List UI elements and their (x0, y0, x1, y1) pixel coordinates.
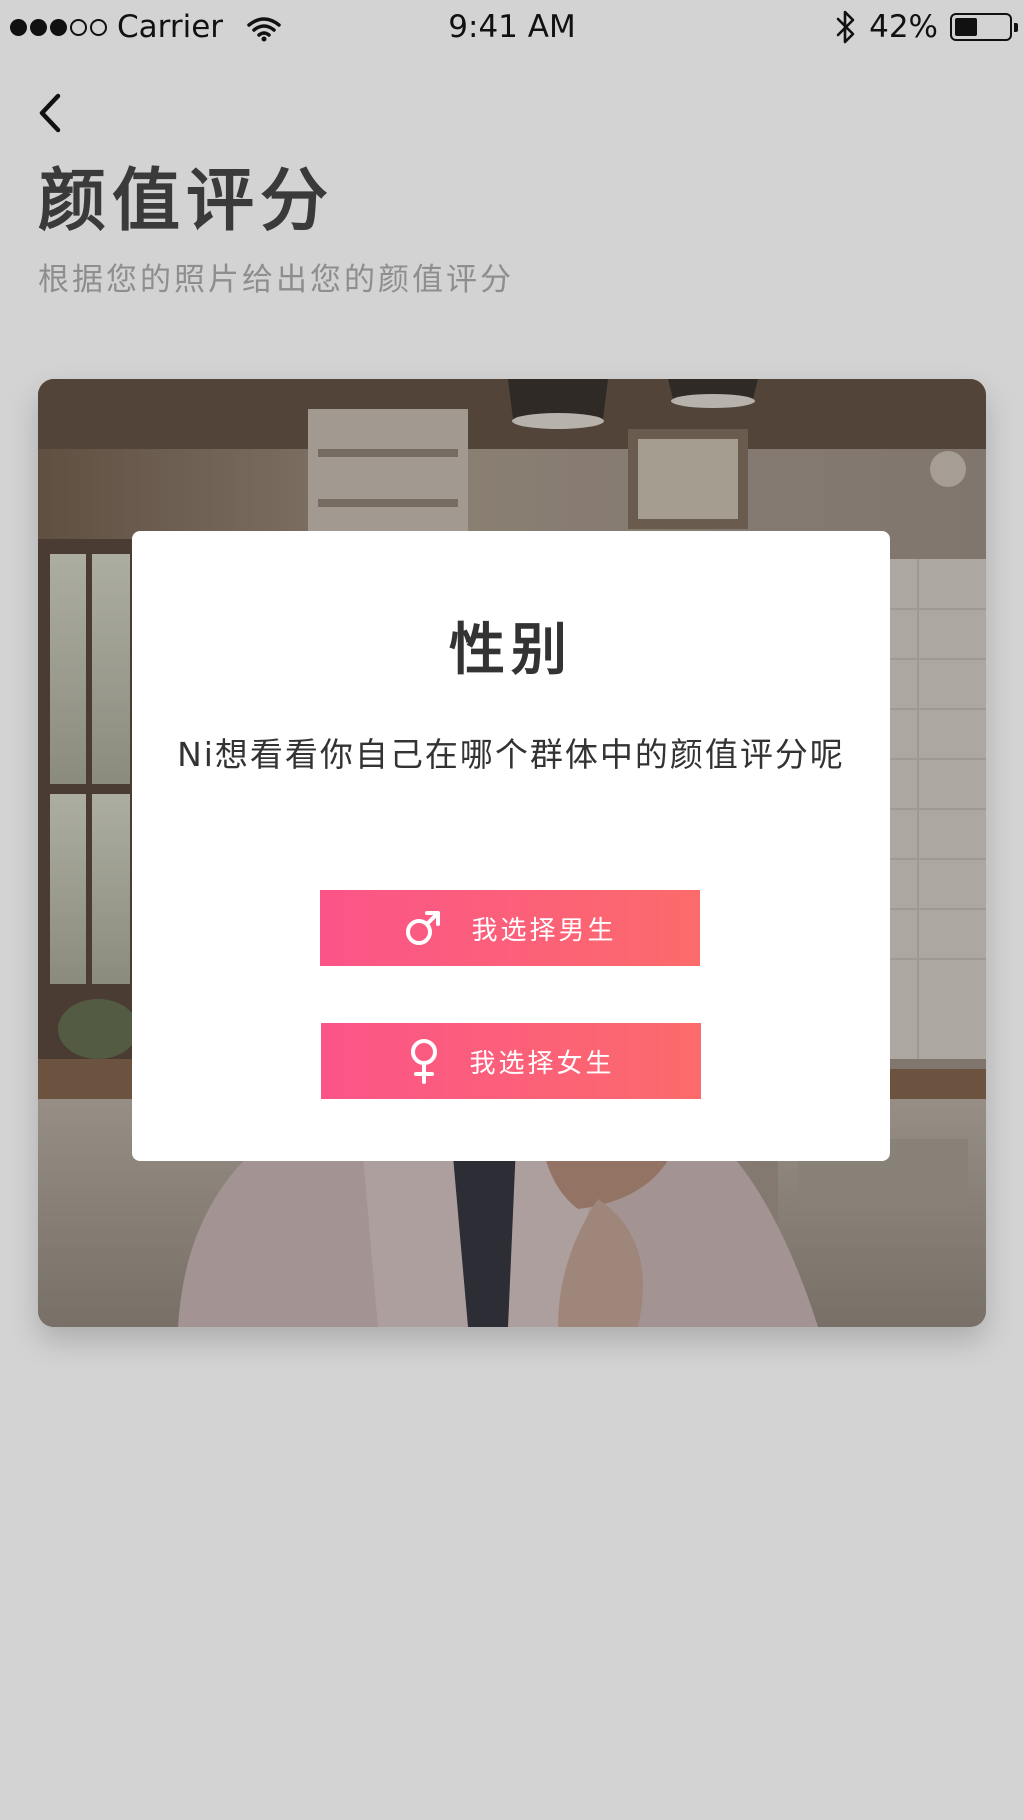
choose-female-button[interactable]: 我选择女生 (321, 1023, 701, 1099)
photo-card: 性别 Ni想看看你自己在哪个群体中的颜值评分呢 我选择男生 我选择女生 (38, 379, 986, 1327)
dialog-message: Ni想看看你自己在哪个群体中的颜值评分呢 (177, 735, 845, 774)
battery-percent: 42% (869, 9, 938, 45)
male-symbol-icon (406, 911, 441, 945)
status-right: 42% (835, 9, 1018, 45)
choose-female-label: 我选择女生 (469, 1048, 615, 1079)
choose-male-label: 我选择男生 (471, 915, 617, 946)
page-title: 颜值评分 (38, 162, 335, 241)
female-symbol-icon (411, 1039, 438, 1084)
bluetooth-icon (835, 9, 857, 45)
gender-dialog: 性别 Ni想看看你自己在哪个群体中的颜值评分呢 我选择男生 我选择女生 (132, 531, 890, 1161)
battery-icon (950, 13, 1018, 41)
chevron-left-icon (39, 93, 61, 133)
choose-male-button[interactable]: 我选择男生 (320, 890, 700, 966)
battery-level (955, 18, 977, 36)
status-bar: Carrier 9:41 AM 42% (0, 0, 1024, 58)
dialog-title: 性别 (449, 618, 573, 683)
back-button[interactable] (32, 88, 76, 138)
page-subtitle: 根据您的照片给出您的颜值评分 (38, 262, 514, 298)
